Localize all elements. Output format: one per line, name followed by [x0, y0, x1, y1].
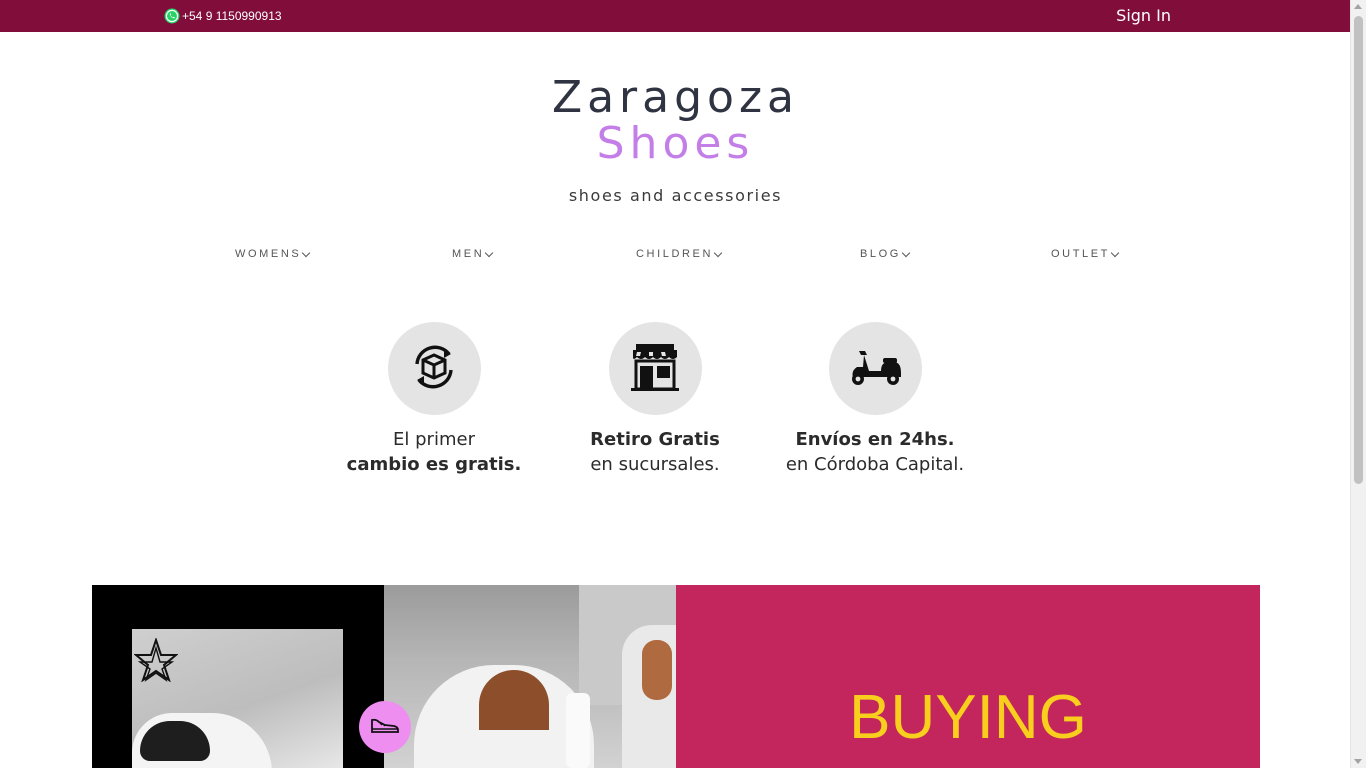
- nav-item-label: WOMENS: [235, 248, 302, 260]
- feature-free-pickup: Retiro Gratis en sucursales.: [545, 322, 765, 477]
- chevron-down-icon: [485, 248, 494, 257]
- scroll-down-arrow-icon[interactable]: [1354, 759, 1362, 764]
- promo-banner-buying[interactable]: BUYING: [676, 585, 1260, 768]
- star-icon: [133, 636, 179, 683]
- feature-24h-delivery: Envíos en 24hs. en Córdoba Capital.: [765, 322, 985, 477]
- nav-item-men[interactable]: MEN: [452, 248, 494, 260]
- tagline: shoes and accessories: [568, 186, 783, 205]
- feature-line1: Retiro Gratis: [590, 429, 720, 450]
- nav-item-label: CHILDREN: [636, 248, 714, 260]
- scroll-thumb[interactable]: [1354, 16, 1363, 484]
- sneaker-badge[interactable]: [359, 701, 411, 753]
- promo-banner-1[interactable]: [92, 585, 384, 768]
- chevron-down-icon: [302, 248, 311, 257]
- top-bar: +54 9 1150990913 Sign In: [0, 0, 1351, 32]
- scooter-icon: [845, 345, 905, 393]
- nav-item-womens[interactable]: WOMENS: [235, 248, 311, 260]
- main-nav: WOMENS MEN CHILDREN BLOG OUTLET: [0, 248, 1351, 266]
- promo-headline: BUYING: [849, 683, 1087, 752]
- nav-item-label: BLOG: [860, 248, 901, 260]
- nav-item-label: OUTLET: [1051, 248, 1110, 260]
- feature-icon-circle: [387, 322, 481, 415]
- sneaker-icon: [370, 715, 400, 739]
- chevron-down-icon: [1110, 248, 1120, 257]
- chevron-down-icon: [713, 248, 723, 257]
- nav-item-blog[interactable]: BLOG: [860, 248, 911, 260]
- feature-icon-circle: [828, 322, 922, 415]
- chevron-down-icon: [901, 248, 911, 257]
- feature-line1: El primer: [393, 429, 475, 450]
- promo-banner-2[interactable]: [384, 585, 676, 768]
- feature-free-exchange: El primer cambio es gratis.: [324, 322, 544, 477]
- nav-item-children[interactable]: CHILDREN: [636, 248, 723, 260]
- feature-text: El primer cambio es gratis.: [324, 427, 544, 477]
- feature-text: Retiro Gratis en sucursales.: [545, 427, 765, 477]
- whatsapp-contact[interactable]: +54 9 1150990913: [164, 7, 282, 25]
- store-icon: [628, 342, 682, 396]
- page-scrollbar[interactable]: [1350, 0, 1366, 768]
- box-exchange-icon: [407, 340, 461, 398]
- sign-in-link[interactable]: Sign In: [1116, 6, 1171, 25]
- nav-item-label: MEN: [452, 248, 485, 260]
- feature-line2: en sucursales.: [590, 454, 720, 475]
- whatsapp-icon: [164, 8, 180, 24]
- feature-line1: Envíos en 24hs.: [795, 429, 955, 450]
- feature-icon-circle: [608, 322, 702, 415]
- scroll-up-arrow-icon[interactable]: [1354, 4, 1362, 9]
- feature-line2: en Córdoba Capital.: [785, 454, 965, 475]
- logo-shoes[interactable]: Shoes: [0, 120, 1351, 168]
- logo-zaragoza[interactable]: Zaragoza: [0, 74, 1351, 122]
- feature-text: Envíos en 24hs. en Córdoba Capital.: [765, 427, 985, 477]
- feature-line2: cambio es gratis.: [346, 454, 522, 475]
- phone-number: +54 9 1150990913: [182, 9, 282, 23]
- nav-item-outlet[interactable]: OUTLET: [1051, 248, 1120, 260]
